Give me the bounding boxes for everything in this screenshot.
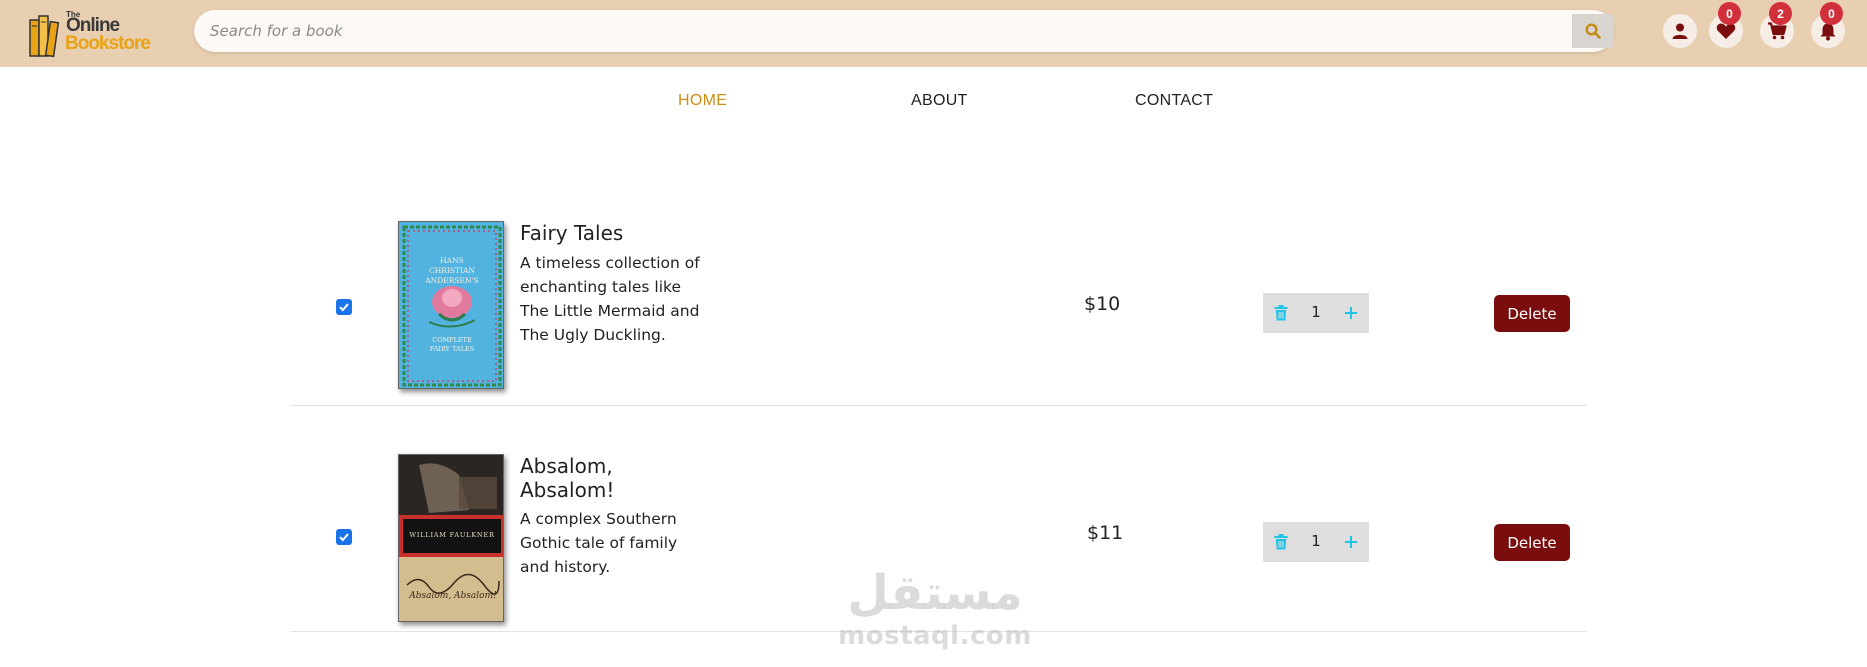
wishlist-count-badge: 0 — [1718, 2, 1741, 25]
store-logo[interactable]: The Online Bookstore — [28, 8, 151, 60]
quantity-stepper: 1 — [1263, 522, 1369, 562]
cover-line: COMPLETE — [432, 336, 472, 344]
increase-quantity-button[interactable] — [1339, 530, 1363, 554]
cover-line: HANS — [440, 256, 464, 265]
books-logo-icon — [29, 15, 60, 58]
absalom-cover-script: Absalom, Absalom! — [409, 591, 497, 601]
nav-link-home[interactable]: HOME — [678, 92, 727, 110]
plus-icon — [1345, 536, 1357, 548]
watermark: مستقل mostaql.com — [835, 565, 1035, 665]
checkmark-icon — [339, 303, 349, 312]
user-account-button[interactable] — [1663, 14, 1697, 48]
delete-button[interactable]: Delete — [1494, 295, 1570, 332]
top-header: The Online Bookstore 0 2 — [0, 0, 1867, 67]
checkmark-icon — [339, 533, 349, 542]
notifications-count-badge: 0 — [1820, 2, 1843, 25]
nav-link-contact[interactable]: CONTACT — [1135, 92, 1213, 110]
cart-count-badge: 2 — [1769, 2, 1792, 25]
book-title[interactable]: Fairy Tales — [520, 221, 623, 245]
delete-button[interactable]: Delete — [1494, 524, 1570, 561]
fairy-tales-cover-text: HANS CHRISTIAN ANDERSEN'S — [399, 256, 503, 286]
increase-quantity-button[interactable] — [1339, 301, 1363, 325]
book-description: A complex Southern Gothic tale of family… — [520, 510, 678, 576]
main-nav: HOME ABOUT CONTACT — [0, 92, 1867, 116]
fairy-tales-cover-art — [399, 222, 503, 388]
search-icon — [1585, 23, 1601, 39]
quantity-value: 1 — [1311, 532, 1321, 550]
cover-line: FAIRY TALES — [429, 345, 475, 353]
user-icon — [1672, 23, 1688, 39]
cover-line: CHRISTIAN — [429, 266, 475, 275]
search-bar — [194, 10, 1614, 52]
book-price: $11 — [1087, 522, 1124, 544]
item-select-checkbox[interactable] — [336, 529, 352, 545]
cart-button[interactable]: 2 — [1760, 2, 1794, 48]
book-description: A timeless collection of enchanting tale… — [520, 254, 700, 344]
decrease-quantity-button[interactable] — [1269, 530, 1293, 554]
book-price: $10 — [1084, 293, 1121, 315]
watermark-latin: mostaql.com — [838, 621, 1032, 651]
search-input[interactable] — [210, 10, 1550, 52]
trash-icon — [1274, 534, 1288, 550]
quantity-stepper: 1 — [1263, 293, 1369, 333]
plus-icon — [1345, 307, 1357, 319]
absalom-cover-author: WILLIAM FAULKNER — [409, 531, 495, 539]
book-cover-absalom[interactable]: WILLIAM FAULKNER Absalom, Absalom! — [398, 454, 504, 622]
item-select-checkbox[interactable] — [336, 299, 352, 315]
notifications-button[interactable]: 0 — [1811, 2, 1845, 48]
decrease-quantity-button[interactable] — [1269, 301, 1293, 325]
wishlist-button[interactable]: 0 — [1709, 2, 1743, 48]
search-button[interactable] — [1572, 14, 1614, 48]
book-title[interactable]: Absalom, Absalom! — [520, 454, 660, 502]
logo-bookstore-text: Bookstore — [65, 33, 151, 54]
watermark-arabic: مستقل — [847, 565, 1023, 621]
cover-line: ANDERSEN'S — [425, 276, 479, 285]
book-cover-fairy-tales[interactable]: HANS CHRISTIAN ANDERSEN'S COMPLETE FAIRY… — [398, 221, 504, 389]
quantity-value: 1 — [1311, 303, 1321, 321]
trash-icon — [1274, 305, 1288, 321]
nav-link-about[interactable]: ABOUT — [911, 92, 968, 110]
cart-item-row: HANS CHRISTIAN ANDERSEN'S COMPLETE FAIRY… — [290, 200, 1587, 406]
fairy-tales-cover-subtitle: COMPLETE FAIRY TALES — [399, 336, 503, 354]
